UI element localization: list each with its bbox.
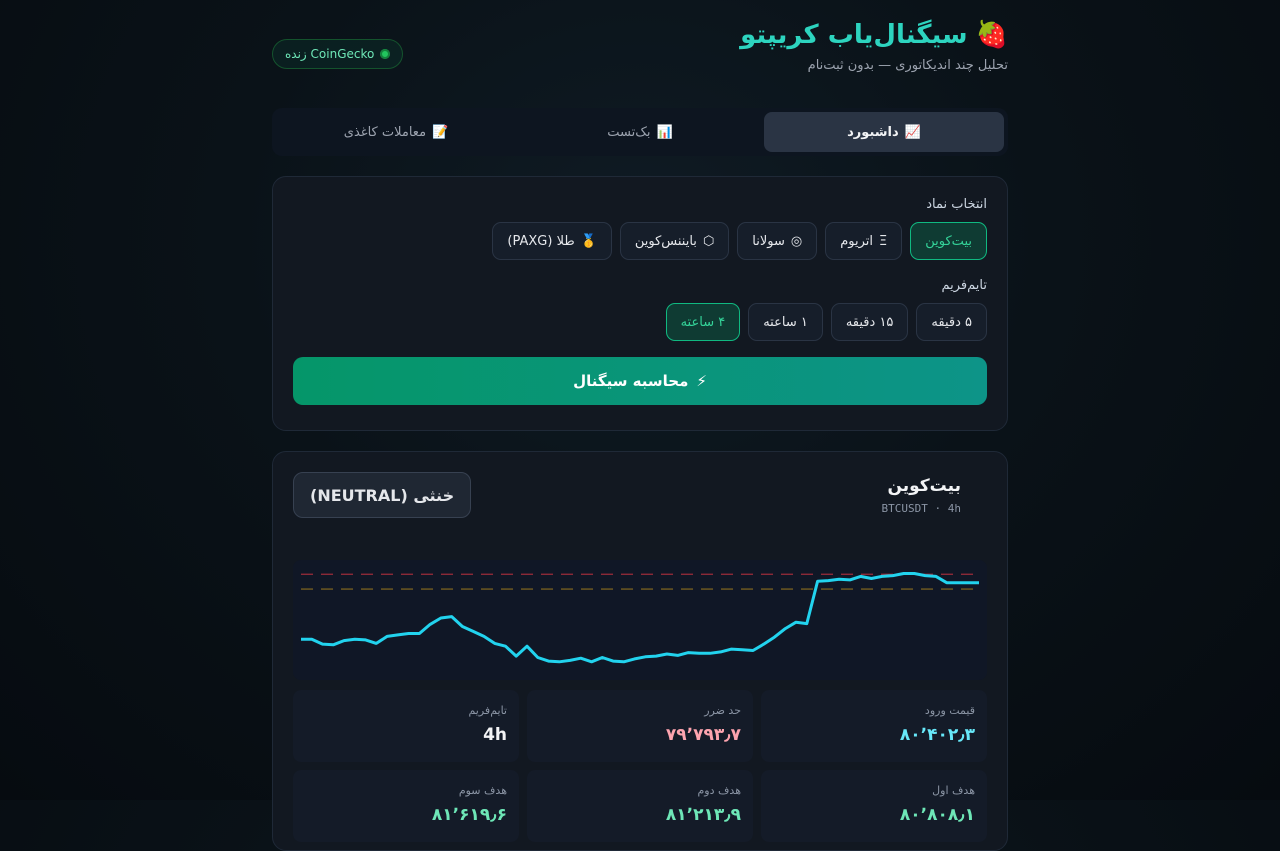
- stat-stop-loss: حد ضرر ۷۹٬۷۹۳٫۷: [527, 690, 753, 762]
- stat-value: ۷۹٬۷۹۳٫۷: [665, 725, 741, 745]
- symbol-chip-bnb[interactable]: ⬡ بایننس‌کوین: [619, 222, 730, 260]
- memo-icon: 📝: [432, 124, 449, 140]
- meta-separator: ·: [934, 502, 948, 515]
- chip-label: بیت‌کوین: [925, 233, 972, 249]
- strawberry-icon: 🍓: [975, 20, 1008, 50]
- timeframe-chip-5m[interactable]: ۵ دقیقه: [916, 303, 987, 341]
- ethereum-icon: Ξ: [879, 233, 888, 249]
- stat-value: 4h: [483, 725, 507, 745]
- tab-backtest[interactable]: 📊 بک‌تست: [520, 112, 760, 152]
- timeframe-chip-1h[interactable]: ۱ ساعته: [748, 303, 823, 341]
- symbol-chip-bitcoin[interactable]: بیت‌کوین: [910, 222, 987, 260]
- symbol-chips: بیت‌کوین Ξ اتریوم ◎ سولانا ⬡ بایننس‌کوین…: [293, 222, 987, 260]
- app-subtitle: تحلیل چند اندیکاتوری — بدون ثبت‌نام: [807, 58, 1008, 73]
- compute-signal-label: محاسبه سیگنال: [573, 372, 689, 390]
- brand: 🍓 سیگنال‌یاب کریپتو تحلیل چند اندیکاتوری…: [740, 20, 1008, 73]
- tab-dashboard[interactable]: 📈 داشبورد: [764, 112, 1004, 152]
- stat-label: تایم‌فریم: [468, 704, 507, 717]
- bar-chart-icon: 📊: [656, 124, 673, 140]
- signal-header: بیت‌کوین BTCUSDT · 4h خنثی (NEUTRAL): [293, 472, 987, 542]
- timeframe-chip-4h[interactable]: ۴ ساعته: [665, 303, 741, 341]
- coin-pair: BTCUSDT: [881, 502, 928, 515]
- hexagon-icon: ⬡: [702, 233, 715, 249]
- coin-info: بیت‌کوین BTCUSDT · 4h: [882, 476, 961, 515]
- stat-label: هدف دوم: [697, 784, 742, 797]
- app-title: سیگنال‌یاب کریپتو: [740, 20, 968, 50]
- stat-value: ۸۱٬۲۱۳٫۹: [665, 805, 741, 825]
- solana-icon: ◎: [790, 233, 803, 249]
- timeframe-chips: ۵ دقیقه ۱۵ دقیقه ۱ ساعته ۴ ساعته: [293, 303, 987, 341]
- stat-label: هدف اول: [932, 784, 975, 797]
- stat-value: ۸۰٬۴۰۲٫۳: [899, 725, 975, 745]
- signal-verdict-badge: خنثی (NEUTRAL): [293, 472, 472, 518]
- tab-label: داشبورد: [847, 124, 899, 140]
- chip-label: بایننس‌کوین: [634, 233, 697, 249]
- brand-title-row: 🍓 سیگنال‌یاب کریپتو: [740, 20, 1008, 50]
- lightning-icon: ⚡: [696, 372, 707, 390]
- price-series-line: [301, 572, 979, 664]
- chip-label: ۴ ساعته: [680, 314, 726, 330]
- stat-target-2: هدف دوم ۸۱٬۲۱۳٫۹: [527, 770, 753, 842]
- signal-stats-grid: قیمت ورود ۸۰٬۴۰۲٫۳ حد ضرر ۷۹٬۷۹۳٫۷ تایم‌…: [293, 690, 987, 842]
- gold-medal-icon: 🥇: [580, 233, 597, 249]
- chip-label: ۵ دقیقه: [931, 314, 972, 330]
- tab-label: بک‌تست: [607, 124, 651, 140]
- main-tabs: 📈 داشبورد 📊 بک‌تست 📝 معاملات کاغذی: [272, 108, 1008, 156]
- stat-target-1: هدف اول ۸۰٬۸۰۸٫۱: [761, 770, 987, 842]
- timeframe-chip-15m[interactable]: ۱۵ دقیقه: [830, 303, 909, 341]
- stat-value: ۸۱٬۶۱۹٫۶: [431, 805, 507, 825]
- stat-label: حد ضرر: [704, 704, 741, 717]
- app-page: 🍓 سیگنال‌یاب کریپتو تحلیل چند اندیکاتوری…: [272, 0, 1008, 851]
- tab-label: معاملات کاغذی: [343, 124, 427, 140]
- coin-meta: BTCUSDT · 4h: [882, 502, 961, 515]
- coin-name: بیت‌کوین: [887, 476, 961, 496]
- stat-value: ۸۰٬۸۰۸٫۱: [899, 805, 975, 825]
- symbol-chip-ethereum[interactable]: Ξ اتریوم: [825, 222, 903, 260]
- symbol-chip-solana[interactable]: ◎ سولانا: [737, 222, 818, 260]
- chip-label: ۱ ساعته: [763, 314, 808, 330]
- stat-label: هدف سوم: [458, 784, 507, 797]
- price-chart: [293, 560, 987, 680]
- chip-label: ۱۵ دقیقه: [845, 314, 894, 330]
- app-header: 🍓 سیگنال‌یاب کریپتو تحلیل چند اندیکاتوری…: [272, 20, 1008, 90]
- live-status-label: CoinGecko زنده: [285, 47, 375, 61]
- chip-label: اتریوم: [840, 233, 874, 249]
- signal-card: بیت‌کوین BTCUSDT · 4h خنثی (NEUTRAL) قیم…: [272, 451, 1008, 851]
- chart-up-icon: 📈: [904, 124, 921, 140]
- stat-target-3: هدف سوم ۸۱٬۶۱۹٫۶: [293, 770, 519, 842]
- live-dot-icon: [380, 49, 391, 59]
- stat-timeframe: تایم‌فریم 4h: [293, 690, 519, 762]
- symbol-section-label: انتخاب نماد: [926, 197, 987, 212]
- symbol-chip-gold[interactable]: 🥇 طلا (PAXG): [492, 222, 612, 260]
- timeframe-section-label: تایم‌فریم: [941, 278, 987, 293]
- coin-timeframe: 4h: [947, 502, 961, 515]
- tab-paper-trading[interactable]: 📝 معاملات کاغذی: [276, 112, 516, 152]
- chip-label: سولانا: [752, 233, 785, 249]
- controls-card: انتخاب نماد بیت‌کوین Ξ اتریوم ◎ سولانا ⬡…: [272, 176, 1008, 431]
- stat-label: قیمت ورود: [924, 704, 975, 717]
- price-chart-svg: [301, 572, 979, 664]
- compute-signal-button[interactable]: ⚡ محاسبه سیگنال: [293, 357, 987, 405]
- stat-entry-price: قیمت ورود ۸۰٬۴۰۲٫۳: [761, 690, 987, 762]
- chip-label: طلا (PAXG): [507, 233, 575, 249]
- live-status-badge: CoinGecko زنده: [272, 39, 404, 69]
